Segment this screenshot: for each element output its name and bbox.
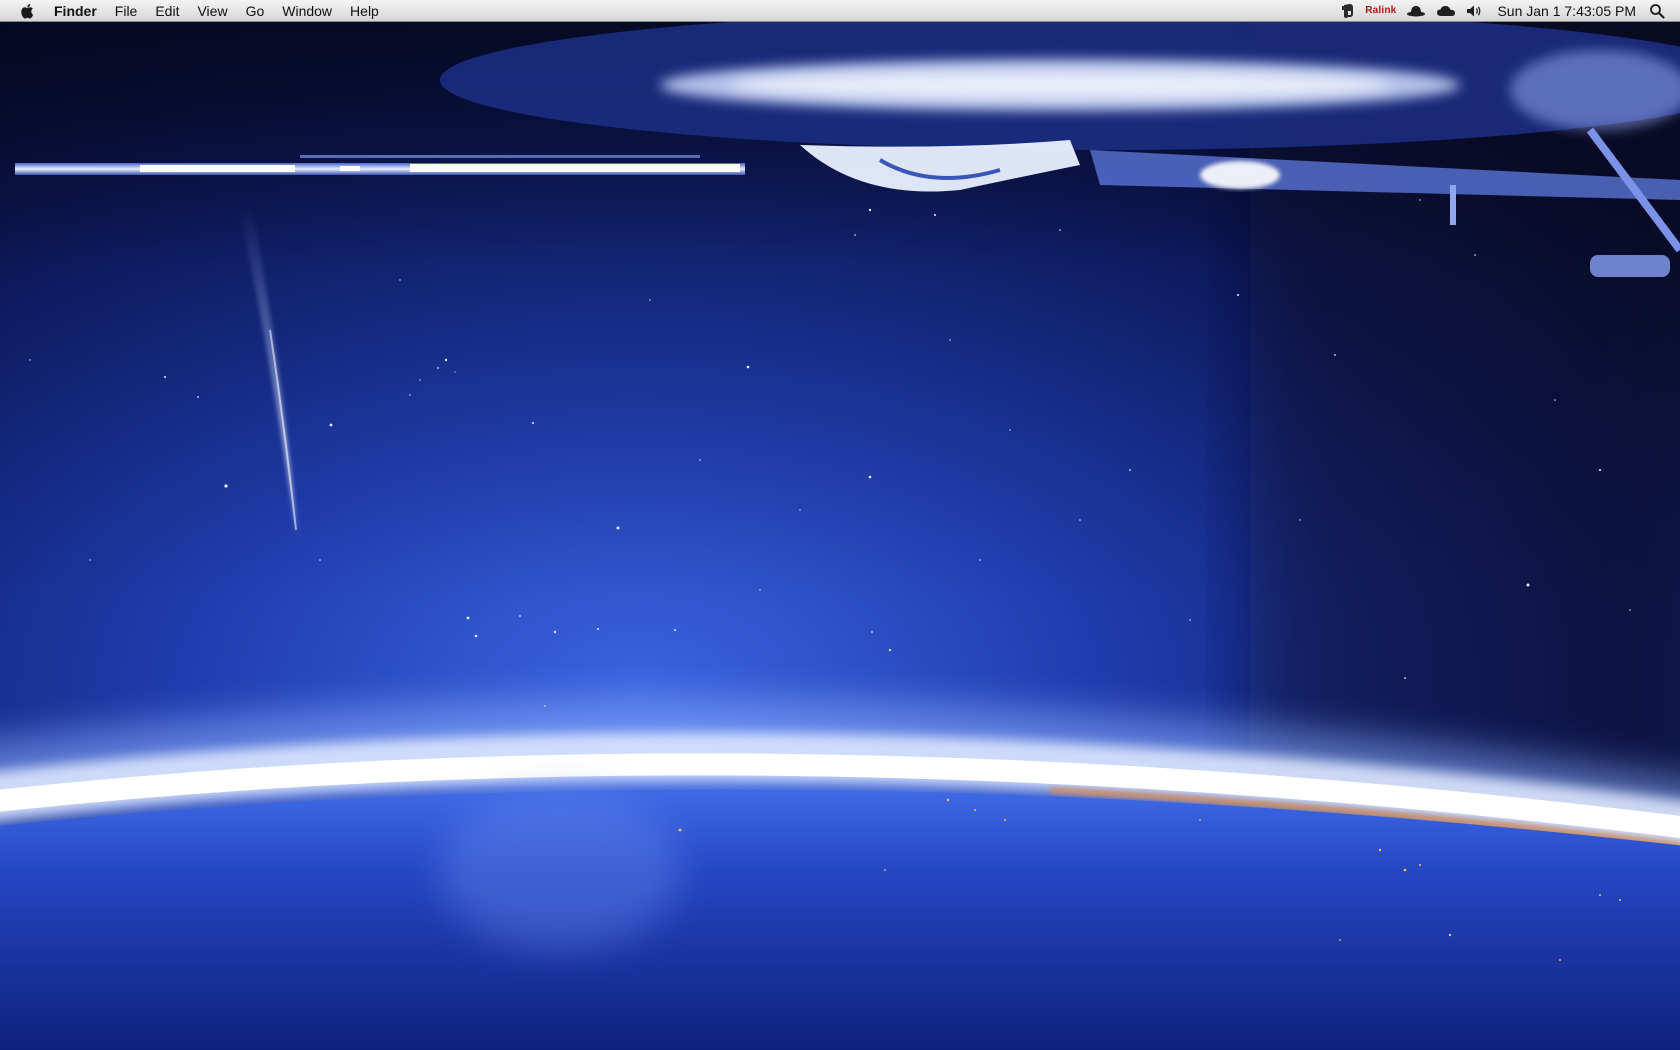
apple-logo-icon: [21, 3, 34, 19]
cloud-status-button[interactable]: [1431, 0, 1461, 22]
menu-go[interactable]: Go: [237, 0, 274, 22]
speaker-volume-icon: [1467, 5, 1481, 16]
menu-file[interactable]: File: [106, 0, 147, 22]
menu-window[interactable]: Window: [273, 0, 341, 22]
evernote-elephant-icon: [1342, 3, 1354, 18]
cloud-icon: [1437, 5, 1456, 16]
menu-view[interactable]: View: [188, 0, 236, 22]
evernote-status-button[interactable]: [1336, 0, 1360, 22]
menu-help[interactable]: Help: [341, 0, 388, 22]
desktop-wallpaper: [0, 0, 1680, 1050]
menu-bar: Finder File Edit View Go Window Help Ral…: [0, 0, 1680, 22]
apple-menu-button[interactable]: [10, 0, 44, 22]
spotlight-search-icon: [1650, 3, 1665, 19]
ralink-label: Ralink: [1365, 5, 1397, 16]
spotlight-button[interactable]: [1644, 0, 1670, 22]
ralink-wifi-status-button[interactable]: Ralink: [1360, 0, 1401, 22]
volume-status-button[interactable]: [1461, 0, 1489, 22]
hat-icon: [1407, 5, 1426, 16]
desktop[interactable]: Finder File Edit View Go Window Help Ral…: [0, 0, 1680, 1050]
menu-finder[interactable]: Finder: [44, 0, 106, 22]
menu-edit[interactable]: Edit: [146, 0, 188, 22]
menubar-clock[interactable]: Sun Jan 1 7:43:05 PM: [1489, 3, 1644, 19]
hat-status-button[interactable]: [1401, 0, 1431, 22]
